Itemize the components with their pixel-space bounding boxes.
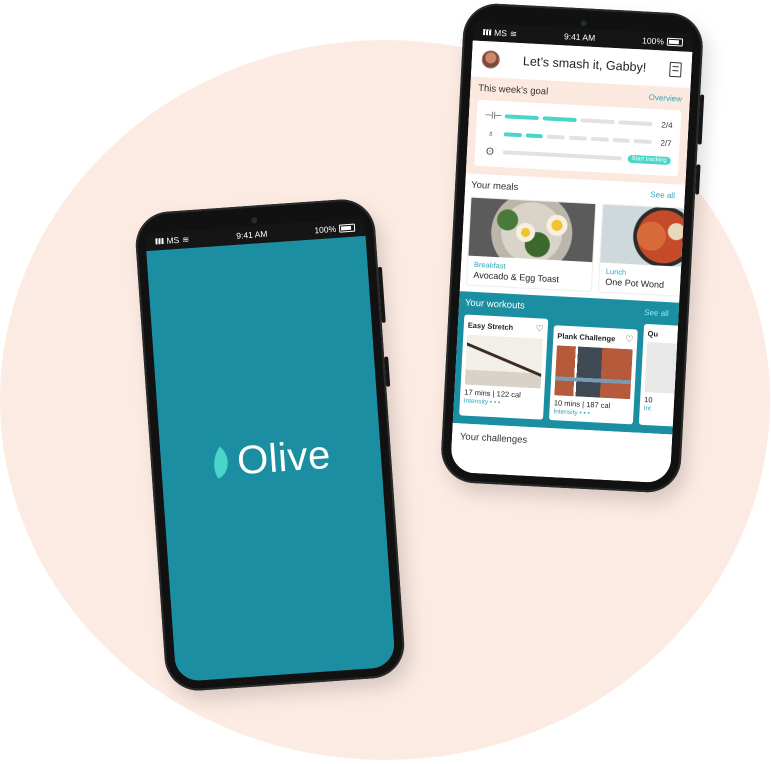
start-tracking-button[interactable]: Start tracking (627, 154, 671, 166)
battery-icon (338, 223, 356, 233)
apple-icon: ♁ (486, 127, 495, 140)
battery-percent: 100% (314, 223, 337, 236)
workouts-carousel[interactable]: Easy Stretch ♡ 17 mins | 122 cal Intensi… (459, 314, 693, 430)
overview-link[interactable]: Overview (648, 93, 682, 104)
meal-photo (468, 197, 596, 263)
battery-percent: 100% (641, 35, 665, 47)
workout-calories: 187 cal (585, 399, 611, 411)
splash-body: Olive (146, 235, 396, 683)
meals-carousel[interactable]: Breakfast Avocado & Egg Toast Lunch One … (465, 196, 693, 300)
clock: 9:41 AM (235, 228, 268, 241)
weekly-goal-title: This week’s goal (477, 82, 549, 98)
challenges-title: Your challenges (459, 431, 528, 446)
splash-phone: MS ≋ 9:41 AM 100% Olive (133, 197, 407, 693)
workout-duration: 17 mins (464, 387, 491, 398)
greeting-title: Let’s smash it, Gabby! (522, 54, 647, 75)
heart-icon[interactable]: ♡ (625, 334, 634, 345)
workouts-section: Your workouts See all Easy Stretch ♡ 17 … (452, 291, 693, 435)
splash-screen: MS ≋ 9:41 AM 100% Olive (144, 207, 396, 683)
workout-goal-count: 2/4 (661, 120, 673, 130)
wifi-icon: ≋ (181, 233, 190, 245)
app-name: Olive (235, 432, 333, 483)
clock: 9:41 AM (563, 31, 596, 43)
avatar[interactable] (481, 50, 501, 69)
intensity-dots-icon: • • • (579, 409, 591, 418)
workout-calories: 122 cal (496, 389, 522, 400)
dashboard-screen: MS ≋ 9:41 AM 100% Let’s smash it, Gabby! … (450, 12, 694, 484)
workout-photo (554, 345, 633, 400)
heart-icon[interactable]: ♡ (535, 323, 544, 334)
weekly-goal-section: This week’s goal Overview ⊣⊢ 2/4 ♁ 2/7 ʘ… (465, 76, 691, 185)
carrier-label: MS (493, 27, 508, 39)
meal-goal-count: 2/7 (660, 137, 672, 148)
signal-icon (483, 29, 492, 36)
footsteps-icon: ʘ (485, 145, 495, 158)
meal-card-breakfast[interactable]: Breakfast Avocado & Egg Toast (465, 196, 597, 293)
meals-title: Your meals (470, 179, 519, 194)
app-logo: Olive (210, 432, 332, 485)
workout-intensity: Intensity (553, 408, 578, 417)
workouts-see-all-link[interactable]: See all (644, 308, 669, 318)
meal-card-lunch[interactable]: Lunch One Pot Wond (597, 203, 693, 300)
goal-card: ⊣⊢ 2/4 ♁ 2/7 ʘ Start tracking (474, 99, 682, 177)
dumbbell-icon: ⊣⊢ (484, 109, 503, 122)
meals-see-all-link[interactable]: See all (650, 190, 675, 200)
leaf-icon (214, 446, 228, 479)
carrier-label: MS (166, 234, 180, 246)
workout-photo (464, 334, 544, 389)
meal-progress (503, 132, 652, 145)
meal-photo (600, 204, 693, 269)
workout-intensity: Int (643, 404, 652, 413)
wifi-icon: ≋ (509, 27, 518, 39)
steps-progress (502, 150, 622, 161)
workouts-title: Your workouts (464, 297, 526, 312)
workout-duration: 10 mins (553, 398, 581, 409)
workout-intensity: Intensity (463, 397, 489, 406)
dashboard-phone: MS ≋ 9:41 AM 100% Let’s smash it, Gabby! … (439, 2, 705, 494)
meals-section: Your meals See all Breakfast Avocado & E… (460, 173, 693, 302)
workout-title: Plank Challenge (557, 331, 616, 344)
workout-title: Qu (647, 329, 659, 339)
workout-card[interactable]: Easy Stretch ♡ 17 mins | 122 cal Intensi… (459, 314, 549, 420)
battery-icon (666, 37, 684, 47)
workout-duration: 10 (643, 394, 653, 405)
workout-progress (504, 114, 653, 127)
workout-title: Easy Stretch (467, 320, 514, 333)
workout-card[interactable]: Plank Challenge ♡ 10 mins | 187 cal Inte… (548, 325, 638, 425)
dashboard-content: Let’s smash it, Gabby! This week’s goal … (450, 40, 693, 484)
intensity-dots-icon: • • • (489, 398, 501, 407)
notes-icon[interactable] (669, 61, 682, 77)
signal-icon (155, 237, 164, 245)
